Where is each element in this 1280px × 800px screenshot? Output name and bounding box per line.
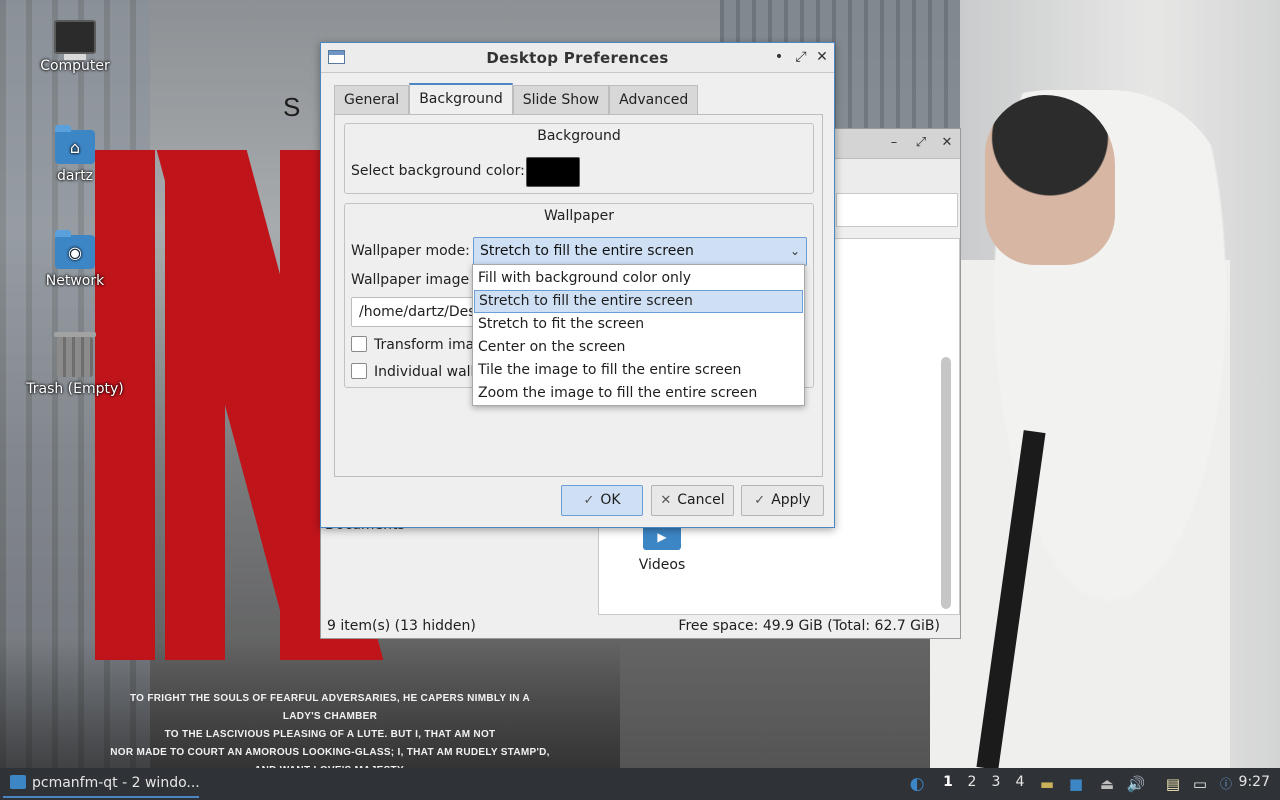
folder-icon bbox=[10, 775, 26, 789]
status-free-space: Free space: 49.9 GiB (Total: 62.7 GiB) bbox=[678, 618, 940, 634]
individual-wallpaper-checkbox-row[interactable]: Individual wall bbox=[351, 363, 474, 383]
transform-image-label: Transform ima bbox=[374, 337, 475, 353]
dropdown-option[interactable]: Fill with background color only bbox=[474, 267, 803, 290]
maximize-icon[interactable]: ⤢ bbox=[793, 49, 809, 65]
workspace-2[interactable]: 2 bbox=[962, 774, 982, 790]
network-folder-icon: ◉ bbox=[55, 230, 95, 269]
dropdown-option[interactable]: Stretch to fit the screen bbox=[474, 313, 803, 336]
display-icon[interactable]: ▭ bbox=[1190, 774, 1210, 794]
background-color-button[interactable] bbox=[526, 157, 580, 187]
workspace-1[interactable]: 1 bbox=[938, 774, 958, 790]
status-item-count: 9 item(s) (13 hidden) bbox=[327, 618, 476, 634]
wallpaper-group-title: Wallpaper bbox=[543, 208, 615, 224]
tab-background[interactable]: Background bbox=[409, 83, 513, 115]
trash-icon bbox=[54, 332, 96, 377]
computer-icon bbox=[54, 20, 96, 60]
check-icon: ✓ bbox=[754, 493, 766, 508]
chevron-down-icon: ⌄ bbox=[789, 244, 800, 258]
individual-wallpaper-checkbox[interactable] bbox=[351, 363, 367, 379]
taskbar-window-button[interactable]: pcmanfm-qt - 2 windo... bbox=[3, 770, 199, 798]
desktop-icon-computer[interactable]: Computer bbox=[15, 20, 135, 74]
cancel-button[interactable]: ✕ Cancel bbox=[651, 485, 734, 516]
tab-general[interactable]: General bbox=[334, 85, 410, 115]
individual-wallpaper-label: Individual wall bbox=[374, 364, 475, 380]
home-folder-icon: ⌂ bbox=[55, 125, 95, 164]
minimize-icon[interactable]: • bbox=[771, 49, 787, 65]
dropdown-option[interactable]: Zoom the image to fill the entire screen bbox=[474, 382, 803, 405]
background-group: Background Select background color: bbox=[344, 123, 814, 194]
background-group-title: Background bbox=[537, 128, 621, 144]
close-icon[interactable]: ✕ bbox=[814, 49, 830, 65]
taskbar-clock[interactable]: 9:27 bbox=[1239, 774, 1270, 790]
maximize-icon[interactable]: ⤢ bbox=[913, 135, 929, 151]
wallpaper-mode-dropdown: Fill with background color only Stretch … bbox=[472, 264, 805, 406]
background-color-label: Select background color: bbox=[351, 163, 525, 179]
desktop-icon-home[interactable]: ⌂ dartz bbox=[15, 125, 135, 184]
dropdown-option[interactable]: Tile the image to fill the entire screen bbox=[474, 359, 803, 382]
minimize-icon[interactable]: – bbox=[886, 135, 902, 151]
eject-icon[interactable]: ⏏ bbox=[1097, 774, 1117, 794]
dialog-title: Desktop Preferences bbox=[486, 49, 669, 67]
show-desktop-icon[interactable]: ■ bbox=[1066, 774, 1086, 794]
wallpaper-image-path-field[interactable]: /home/dartz/Des bbox=[351, 297, 481, 327]
clipboard-icon[interactable]: ▤ bbox=[1163, 774, 1183, 794]
wallpaper-mode-value: Stretch to fill the entire screen bbox=[480, 243, 694, 259]
transform-image-checkbox[interactable] bbox=[351, 336, 367, 352]
transform-image-checkbox-row[interactable]: Transform ima bbox=[351, 336, 474, 356]
folder-label-videos[interactable]: Videos bbox=[625, 557, 699, 573]
file-manager-statusbar: 9 item(s) (13 hidden) Free space: 49.9 G… bbox=[321, 618, 960, 638]
app-menu-icon[interactable]: ◐ bbox=[907, 774, 927, 794]
dialog-titlebar[interactable]: Desktop Preferences • ⤢ ✕ bbox=[321, 43, 834, 73]
tab-slide-show[interactable]: Slide Show bbox=[512, 85, 610, 115]
workspace-3[interactable]: 3 bbox=[986, 774, 1006, 790]
drive-icon[interactable]: ▬ bbox=[1037, 774, 1057, 794]
apply-button[interactable]: ✓ Apply bbox=[741, 485, 824, 516]
file-manager-path-bar[interactable] bbox=[836, 193, 958, 227]
taskbar: pcmanfm-qt - 2 windo... ◐ 1 2 3 4 ▬ ■ ⏏ … bbox=[0, 768, 1280, 800]
ok-button[interactable]: ✓ OK bbox=[561, 485, 643, 516]
close-icon: ✕ bbox=[660, 493, 672, 508]
wallpaper-mode-select[interactable]: Stretch to fill the entire screen ⌄ bbox=[473, 237, 807, 266]
tab-bar: General Background Slide Show Advanced bbox=[334, 83, 699, 115]
dropdown-option[interactable]: Center on the screen bbox=[474, 336, 803, 359]
notification-icon[interactable]: ⓘ bbox=[1216, 774, 1236, 794]
workspace-4[interactable]: 4 bbox=[1010, 774, 1030, 790]
dropdown-option-selected[interactable]: Stretch to fill the entire screen bbox=[474, 290, 803, 313]
volume-icon[interactable]: 🔊 bbox=[1126, 774, 1146, 794]
desktop-icon-network[interactable]: ◉ Network bbox=[15, 230, 135, 289]
check-icon: ✓ bbox=[583, 493, 595, 508]
file-manager-scrollbar[interactable] bbox=[941, 357, 951, 609]
wallpaper-mode-label: Wallpaper mode: bbox=[351, 243, 470, 259]
wallpaper-image-file-label: Wallpaper image f bbox=[351, 272, 479, 288]
tab-advanced[interactable]: Advanced bbox=[609, 85, 699, 115]
wallpaper-quote: TO FRIGHT THE SOULS OF FEARFUL ADVERSARI… bbox=[110, 693, 550, 768]
close-icon[interactable]: ✕ bbox=[939, 135, 955, 151]
desktop-icon-trash[interactable]: Trash (Empty) bbox=[15, 332, 135, 397]
